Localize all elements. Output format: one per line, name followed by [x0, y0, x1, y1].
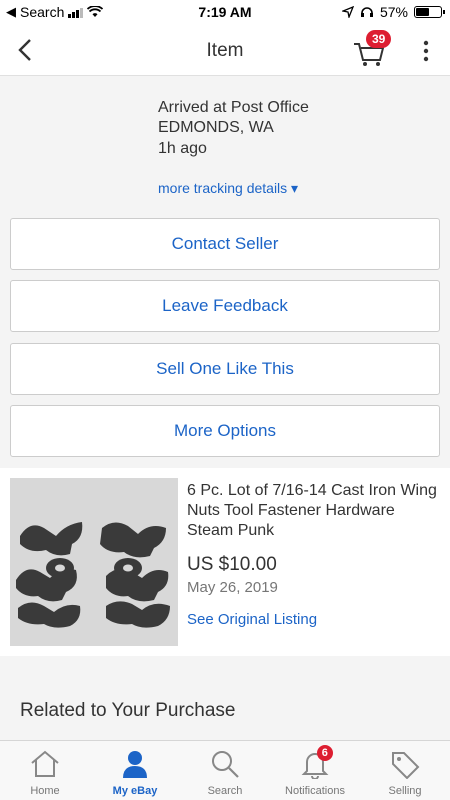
search-icon [212, 751, 239, 778]
wing-nuts-image [10, 478, 178, 646]
contact-seller-button[interactable]: Contact Seller [10, 218, 440, 270]
more-tracking-link[interactable]: more tracking details ▾ [158, 180, 298, 197]
battery-icon [414, 6, 445, 18]
person-icon [123, 751, 147, 778]
tracking-location: EDMONDS, WA [158, 119, 274, 136]
see-original-listing-link[interactable]: See Original Listing [187, 611, 317, 628]
home-icon [31, 750, 59, 777]
item-title[interactable]: 6 Pc. Lot of 7/16-14 Cast Iron Wing Nuts… [187, 481, 442, 541]
related-heading: Related to Your Purchase [20, 700, 236, 721]
battery-percent: 57% [379, 4, 408, 20]
location-arrow-icon [341, 6, 354, 18]
status-bar: ◀ Search 7:19 AM 57% [0, 0, 450, 24]
tracking-status: Arrived at Post Office [158, 99, 309, 116]
tab-label: Selling [388, 785, 422, 797]
item-price: US $10.00 [187, 554, 277, 575]
tab-notifications[interactable]: 6 Notifications [270, 741, 360, 800]
tracking-section: Arrived at Post Office EDMONDS, WA 1h ag… [0, 76, 450, 208]
tab-label: Search [207, 785, 243, 797]
tracking-time: 1h ago [158, 140, 207, 157]
item-date: May 26, 2019 [187, 579, 278, 596]
tab-label: My eBay [112, 785, 158, 797]
more-options-button[interactable]: More Options [10, 405, 440, 457]
app-header: Item 39 [0, 24, 450, 76]
bottom-tab-bar: Home My eBay Search 6 Notifications Sell… [0, 740, 450, 800]
tab-my-ebay[interactable]: My eBay [90, 741, 180, 800]
tab-selling[interactable]: Selling [360, 741, 450, 800]
item-image[interactable] [10, 478, 178, 646]
item-card[interactable]: 6 Pc. Lot of 7/16-14 Cast Iron Wing Nuts… [0, 468, 450, 656]
main-content: Arrived at Post Office EDMONDS, WA 1h ag… [0, 76, 450, 740]
tag-icon [392, 752, 420, 779]
leave-feedback-button[interactable]: Leave Feedback [10, 280, 440, 332]
battery-fill [416, 8, 430, 16]
tab-search[interactable]: Search [180, 741, 270, 800]
sell-one-button[interactable]: Sell One Like This [10, 343, 440, 395]
headphones-icon [360, 7, 373, 17]
overflow-menu-icon[interactable] [418, 40, 434, 62]
status-right: 57% [341, 4, 445, 20]
tab-label: Notifications [285, 785, 345, 797]
notifications-badge: 6 [316, 745, 333, 761]
tab-home[interactable]: Home [0, 741, 90, 800]
tab-label: Home [30, 785, 60, 797]
cart-count-badge: 39 [366, 30, 392, 48]
